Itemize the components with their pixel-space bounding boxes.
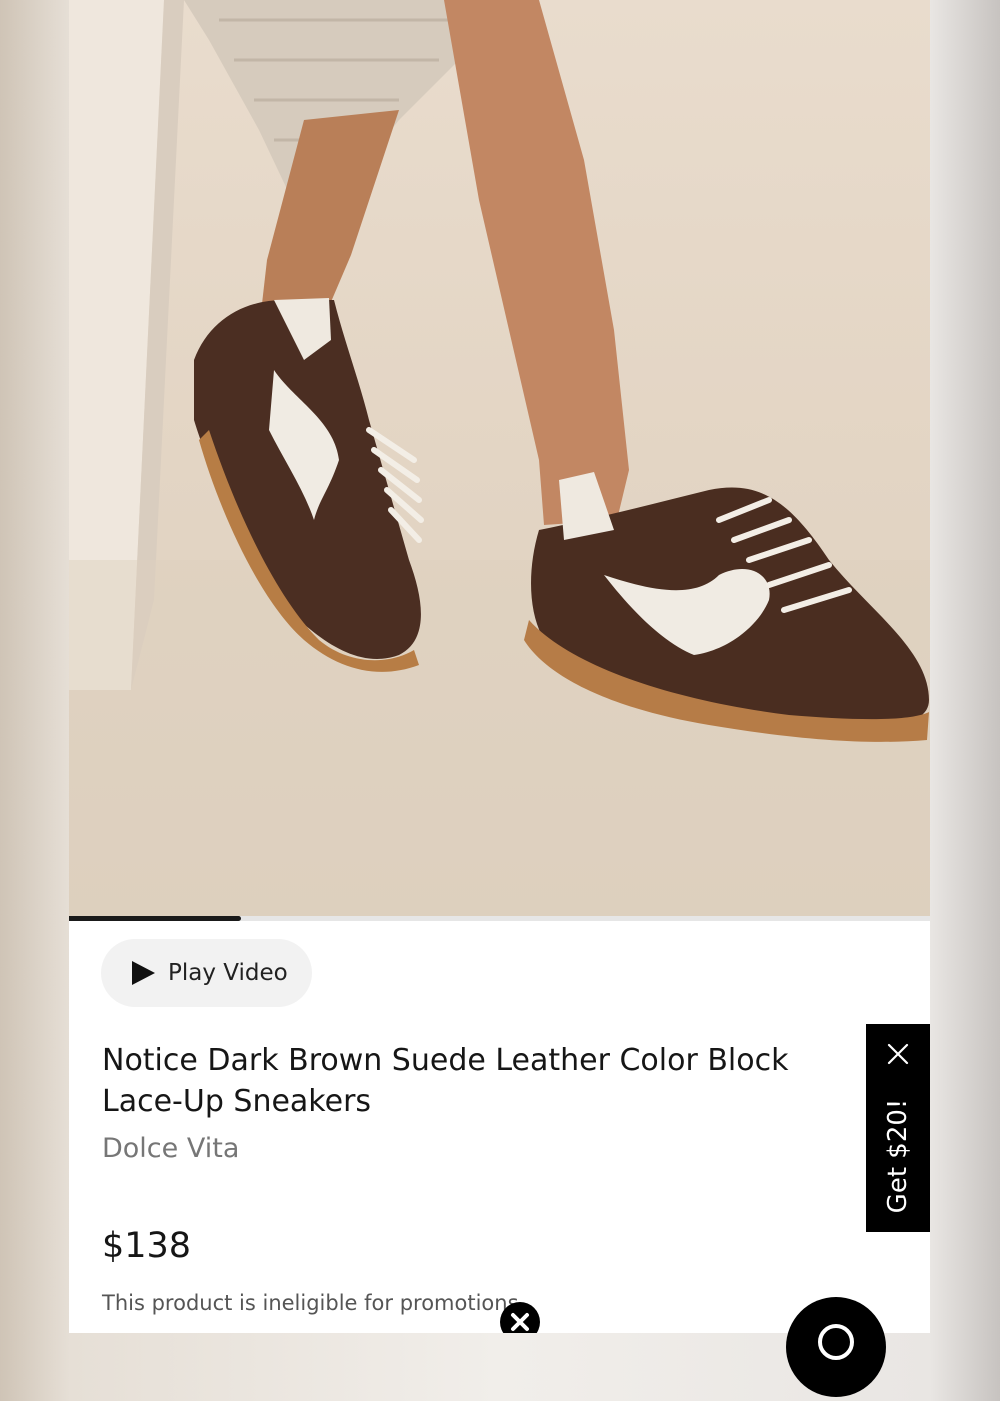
product-photo (69, 0, 930, 918)
promo-close-button[interactable] (886, 1042, 910, 1066)
close-circle-icon (511, 1313, 529, 1331)
product-image[interactable] (69, 0, 930, 918)
promotion-ineligible-note: This product is ineligible for promotion… (102, 1291, 526, 1315)
play-video-button[interactable]: Play Video (101, 939, 312, 1007)
product-price: $138 (102, 1226, 192, 1266)
promo-tab-label: Get $20! (883, 1098, 913, 1214)
product-title: Notice Dark Brown Suede Leather Color Bl… (102, 1043, 789, 1119)
play-video-label: Play Video (168, 960, 288, 986)
close-icon (887, 1043, 909, 1065)
gallery-progress-bar (69, 916, 930, 921)
chat-button[interactable] (786, 1297, 886, 1397)
promo-tab[interactable]: Get $20! (866, 1024, 930, 1232)
product-brand[interactable]: Dolce Vita (102, 1133, 239, 1164)
chat-icon (818, 1324, 854, 1360)
gallery-progress-fill (69, 916, 242, 921)
play-icon (132, 961, 155, 985)
product-page: Play Video Notice Dark Brown Suede Leath… (69, 0, 930, 1333)
dismiss-button[interactable] (500, 1302, 540, 1333)
